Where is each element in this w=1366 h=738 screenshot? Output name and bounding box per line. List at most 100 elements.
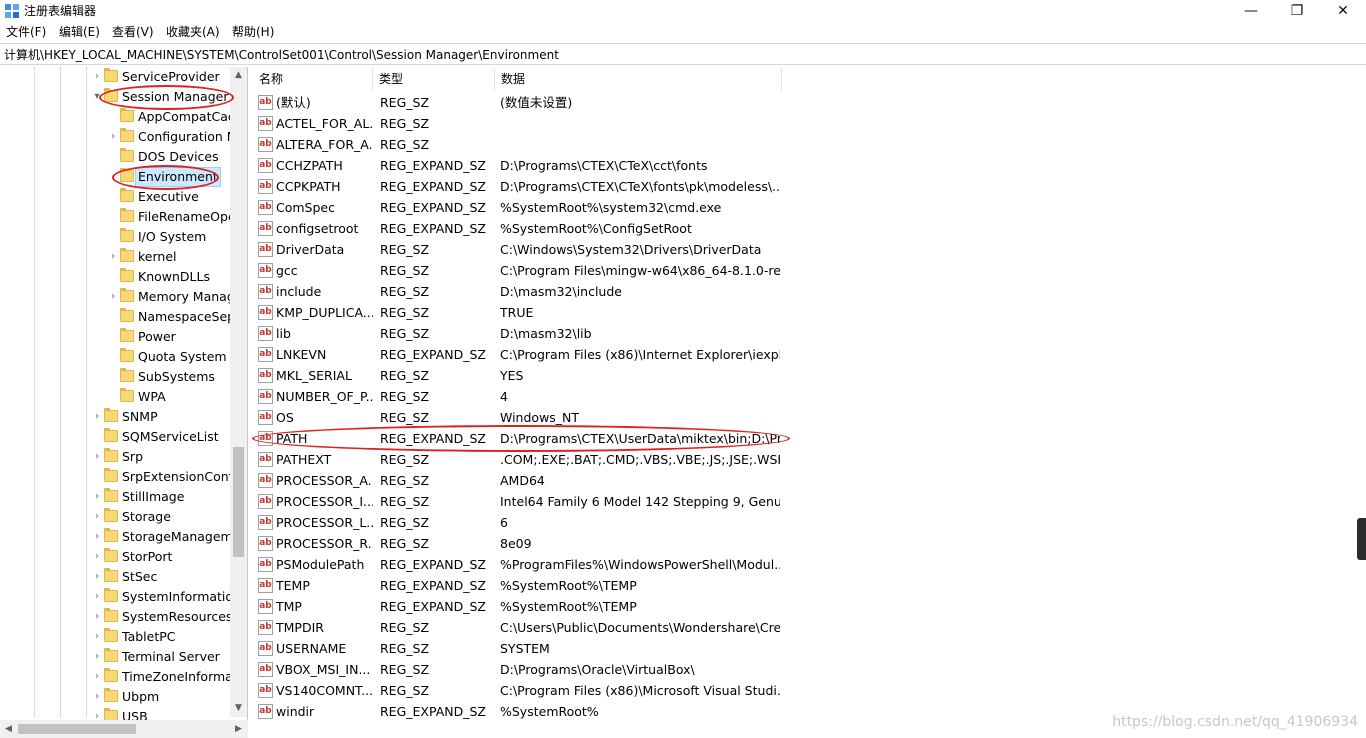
- column-data-header[interactable]: 数据: [495, 67, 782, 91]
- chevron-right-icon[interactable]: ›: [108, 127, 118, 147]
- tree-node-label[interactable]: SNMP: [122, 407, 158, 427]
- chevron-right-icon[interactable]: ›: [92, 407, 102, 427]
- value-row[interactable]: ab (默认) REG_SZ (数值未设置): [253, 92, 783, 113]
- tree-node-label[interactable]: SystemResources: [122, 607, 232, 627]
- tree-horizontal-scrollbar[interactable]: ◀ ▶: [0, 720, 248, 738]
- chevron-right-icon[interactable]: ›: [92, 587, 102, 607]
- tree-node-label[interactable]: TabletPC: [122, 627, 176, 647]
- value-row[interactable]: ab PATHEXT REG_SZ .COM;.EXE;.BAT;.CMD;.VBS;…: [253, 449, 783, 470]
- tree-node-label[interactable]: KnownDLLs: [138, 267, 210, 287]
- value-row[interactable]: ab ALTERA_FOR_A... REG_SZ: [253, 134, 783, 155]
- value-row[interactable]: ab PSModulePath REG_EXPAND_SZ %ProgramFiles…: [253, 554, 783, 575]
- string-value-icon: ab: [258, 683, 273, 698]
- chevron-right-icon[interactable]: ›: [92, 447, 102, 467]
- tree-node-label[interactable]: ServiceProvider: [122, 67, 220, 87]
- chevron-right-icon[interactable]: ›: [92, 547, 102, 567]
- tree-node-label[interactable]: kernel: [138, 247, 177, 267]
- scroll-right-arrow-icon[interactable]: ▶: [230, 720, 247, 738]
- value-row[interactable]: ab CCHZPATH REG_EXPAND_SZ D:\Programs\CTEX\…: [253, 155, 783, 176]
- menu-edit[interactable]: 编辑(E): [59, 24, 100, 40]
- value-row[interactable]: ab MKL_SERIAL REG_SZ YES: [253, 365, 783, 386]
- menu-file[interactable]: 文件(F): [6, 24, 46, 40]
- scroll-left-arrow-icon[interactable]: ◀: [0, 720, 17, 738]
- tree-node-label[interactable]: StSec: [122, 567, 157, 587]
- tree-node-label[interactable]: Memory Manag: [138, 287, 235, 307]
- chevron-right-icon[interactable]: ›: [92, 647, 102, 667]
- tree-hscroll-thumb[interactable]: [18, 724, 136, 734]
- tree-node-label[interactable]: NamespaceSep: [138, 307, 235, 327]
- chevron-right-icon[interactable]: ›: [92, 687, 102, 707]
- tree-node-label[interactable]: SubSystems: [138, 367, 215, 387]
- tree-node-label[interactable]: I/O System: [138, 227, 206, 247]
- chevron-right-icon[interactable]: ›: [92, 507, 102, 527]
- tree-node-label[interactable]: Configuration M: [138, 127, 238, 147]
- tree-node-label[interactable]: Srp: [122, 447, 143, 467]
- menu-help[interactable]: 帮助(H): [232, 24, 274, 40]
- value-row[interactable]: ab CCPKPATH REG_EXPAND_SZ D:\Programs\CTEX\…: [253, 176, 783, 197]
- column-name-header[interactable]: 名称: [253, 67, 373, 91]
- chevron-right-icon[interactable]: ›: [92, 567, 102, 587]
- tree-node-label[interactable]: WPA: [138, 387, 166, 407]
- value-row[interactable]: ab gcc REG_SZ C:\Program Files\mingw-w64\x8…: [253, 260, 783, 281]
- value-row[interactable]: ab ACTEL_FOR_AL... REG_SZ: [253, 113, 783, 134]
- value-name: gcc: [276, 263, 298, 278]
- menu-favorites[interactable]: 收藏夹(A): [166, 24, 220, 40]
- tree-node-label[interactable]: DOS Devices: [138, 147, 219, 167]
- folder-icon: [104, 448, 118, 462]
- address-path[interactable]: 计算机\HKEY_LOCAL_MACHINE\SYSTEM\ControlSet…: [4, 47, 559, 63]
- chevron-right-icon[interactable]: ›: [108, 247, 118, 267]
- chevron-right-icon[interactable]: ›: [92, 527, 102, 547]
- value-row[interactable]: ab include REG_SZ D:\masm32\include: [253, 281, 783, 302]
- value-row[interactable]: ab TMP REG_EXPAND_SZ %SystemRoot%\TEMP: [253, 596, 783, 617]
- value-row[interactable]: ab LNKEVN REG_EXPAND_SZ C:\Program Files (x…: [253, 344, 783, 365]
- tree-vertical-scrollbar[interactable]: ▲ ▼: [230, 67, 247, 717]
- menu-view[interactable]: 查看(V): [112, 24, 154, 40]
- column-type-header[interactable]: 类型: [373, 67, 495, 91]
- chevron-right-icon[interactable]: ›: [92, 627, 102, 647]
- value-row[interactable]: ab configsetroot REG_EXPAND_SZ %SystemRoot%…: [253, 218, 783, 239]
- chevron-right-icon[interactable]: ›: [92, 607, 102, 627]
- scroll-down-arrow-icon[interactable]: ▼: [230, 700, 247, 717]
- chevron-right-icon[interactable]: ›: [108, 287, 118, 307]
- value-row[interactable]: ab ComSpec REG_EXPAND_SZ %SystemRoot%\syste…: [253, 197, 783, 218]
- value-row[interactable]: ab TEMP REG_EXPAND_SZ %SystemRoot%\TEMP: [253, 575, 783, 596]
- value-row[interactable]: ab NUMBER_OF_P... REG_SZ 4: [253, 386, 783, 407]
- scroll-up-arrow-icon[interactable]: ▲: [230, 67, 247, 84]
- chevron-right-icon[interactable]: ›: [92, 487, 102, 507]
- value-row[interactable]: ab PROCESSOR_A... REG_SZ AMD64: [253, 470, 783, 491]
- tree-node-label[interactable]: SQMServiceList: [122, 427, 219, 447]
- value-row[interactable]: ab VS140COMNT... REG_SZ C:\Program Files (x…: [253, 680, 783, 701]
- value-row[interactable]: ab KMP_DUPLICA... REG_SZ TRUE: [253, 302, 783, 323]
- tree-node-label[interactable]: Ubpm: [122, 687, 159, 707]
- tree-node-label[interactable]: Storage: [122, 507, 171, 527]
- chevron-right-icon[interactable]: ›: [92, 67, 102, 87]
- chevron-right-icon[interactable]: ›: [92, 667, 102, 687]
- tree-node-label[interactable]: Power: [138, 327, 176, 347]
- value-row[interactable]: ab lib REG_SZ D:\masm32\lib: [253, 323, 783, 344]
- value-row[interactable]: ab PROCESSOR_I... REG_SZ Intel64 Family 6 M…: [253, 491, 783, 512]
- value-row[interactable]: ab PROCESSOR_L... REG_SZ 6: [253, 512, 783, 533]
- tree-node-label[interactable]: TimeZoneInformat: [122, 667, 238, 687]
- tree-node-label[interactable]: SrpExtensionConfi: [122, 467, 237, 487]
- value-row[interactable]: ab TMPDIR REG_SZ C:\Users\Public\Documents\…: [253, 617, 783, 638]
- tree-node-label[interactable]: StorageManageme: [122, 527, 240, 547]
- restore-button[interactable]: ❐: [1274, 0, 1320, 22]
- value-row[interactable]: ab PROCESSOR_R... REG_SZ 8e09: [253, 533, 783, 554]
- tree-node-label[interactable]: Executive: [138, 187, 199, 207]
- tree-node-label[interactable]: StillImage: [122, 487, 184, 507]
- tree-node-label[interactable]: StorPort: [122, 547, 172, 567]
- value-row[interactable]: ab USERNAME REG_SZ SYSTEM: [253, 638, 783, 659]
- tree-node-label[interactable]: Quota System: [138, 347, 227, 367]
- close-button[interactable]: ✕: [1320, 0, 1366, 22]
- tree-node-label[interactable]: FileRenameOpe: [138, 207, 236, 227]
- minimize-button[interactable]: —: [1228, 0, 1274, 22]
- tree-node-label[interactable]: SystemInformation: [122, 587, 241, 607]
- value-data: D:\masm32\include: [500, 284, 622, 299]
- value-row[interactable]: ab windir REG_EXPAND_SZ %SystemRoot%: [253, 701, 783, 722]
- tree-node-label[interactable]: Terminal Server: [122, 647, 220, 667]
- tree-node-label[interactable]: AppCompatCac: [138, 107, 235, 127]
- value-row[interactable]: ab VBOX_MSI_IN... REG_SZ D:\Programs\Oracle…: [253, 659, 783, 680]
- tree-scroll-thumb[interactable]: [233, 447, 244, 557]
- value-row[interactable]: ab DriverData REG_SZ C:\Windows\System32\Dr…: [253, 239, 783, 260]
- address-bar[interactable]: 计算机\HKEY_LOCAL_MACHINE\SYSTEM\ControlSet…: [0, 43, 1366, 65]
